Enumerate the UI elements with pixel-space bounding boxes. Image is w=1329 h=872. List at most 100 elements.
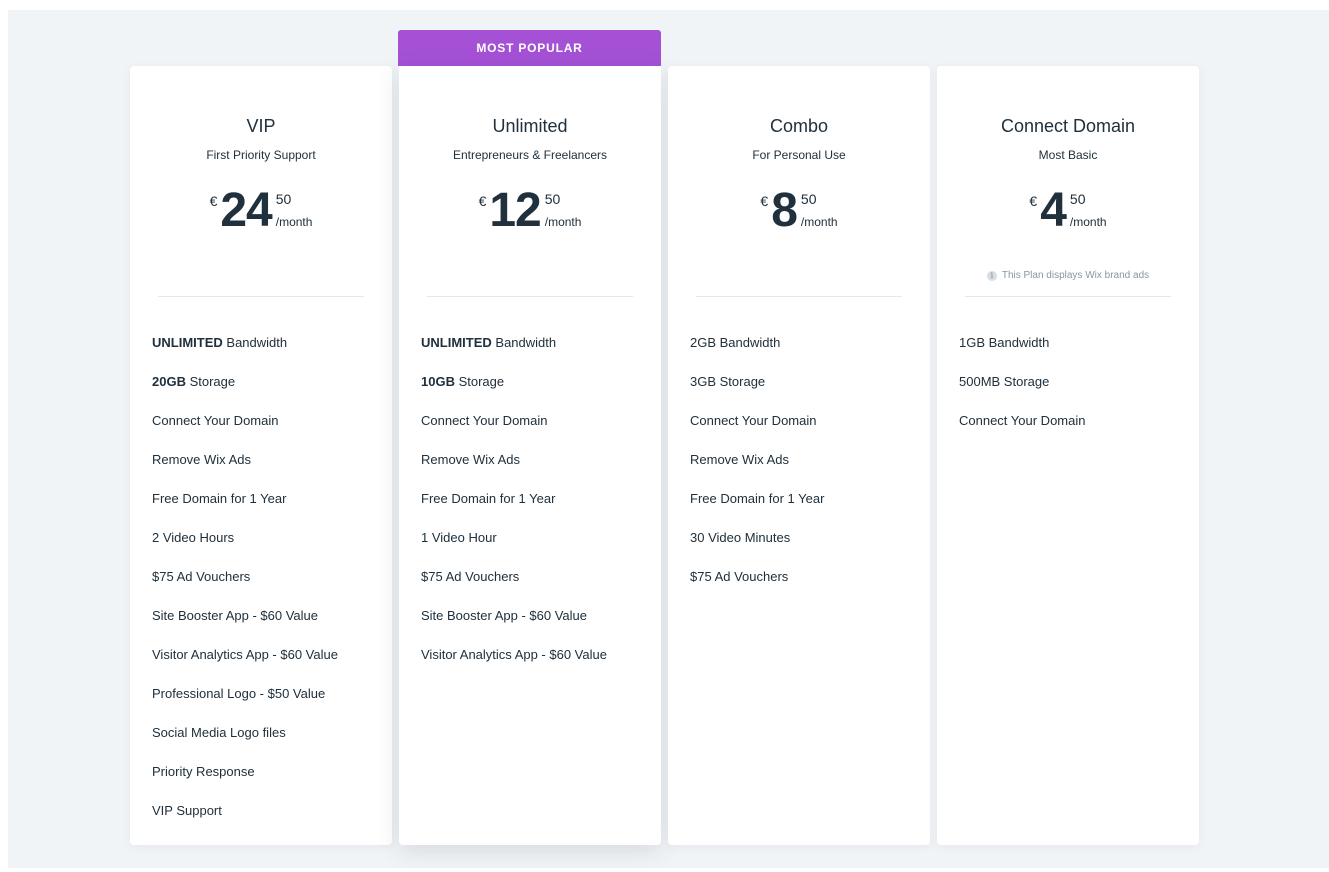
feature-text: Site Booster App - $60 Value bbox=[152, 608, 318, 623]
feature-text: Social Media Logo files bbox=[152, 725, 286, 740]
price-cents: 50 bbox=[544, 191, 561, 207]
feature-text: 2GB Bandwidth bbox=[690, 335, 781, 350]
plan-card-vip[interactable]: VIP First Priority Support € 24 50 /mont… bbox=[130, 66, 392, 845]
ads-note: i This Plan displays Wix brand ads bbox=[937, 270, 1199, 281]
feature-item: Connect Your Domain bbox=[421, 412, 651, 451]
price-currency: € bbox=[760, 193, 769, 209]
feature-item: Free Domain for 1 Year bbox=[152, 490, 382, 529]
feature-text: Connect Your Domain bbox=[152, 413, 279, 428]
price-amount: 8 bbox=[771, 184, 798, 237]
feature-item: 20GB Storage bbox=[152, 373, 382, 412]
info-icon[interactable]: i bbox=[986, 270, 997, 281]
feature-text: Professional Logo - $50 Value bbox=[152, 686, 326, 701]
plan-price: € 12 50 /month bbox=[399, 186, 661, 236]
plan-tagline: Entrepreneurs & Freelancers bbox=[452, 148, 608, 162]
feature-text: Free Domain for 1 Year bbox=[421, 491, 556, 506]
feature-item: 30 Video Minutes bbox=[690, 529, 920, 568]
plan-price: € 8 50 /month bbox=[668, 186, 930, 236]
feature-text: 1GB Bandwidth bbox=[959, 335, 1050, 350]
feature-item: Social Media Logo files bbox=[152, 724, 382, 763]
feature-text: Remove Wix Ads bbox=[421, 452, 520, 467]
price-cents: 50 bbox=[275, 191, 292, 207]
plan-name: Connect Domain bbox=[1000, 116, 1136, 136]
feature-list: 2GB Bandwidth 3GB Storage Connect Your Dom… bbox=[690, 334, 920, 607]
plan-name: Unlimited bbox=[492, 116, 568, 136]
feature-text: Visitor Analytics App - $60 Value bbox=[421, 647, 607, 662]
feature-highlight: 10GB bbox=[421, 374, 455, 389]
divider bbox=[696, 296, 902, 297]
feature-text: Priority Response bbox=[152, 764, 255, 779]
plan-tagline: For Personal Use bbox=[752, 148, 846, 162]
feature-text: Storage bbox=[454, 374, 505, 389]
feature-list: UNLIMITED Bandwidth 20GB Storage Connect Y… bbox=[152, 334, 382, 841]
feature-item: 1GB Bandwidth bbox=[959, 334, 1189, 373]
price-period: /month bbox=[275, 215, 313, 229]
feature-text: Free Domain for 1 Year bbox=[690, 491, 825, 506]
feature-item: Visitor Analytics App - $60 Value bbox=[152, 646, 382, 685]
feature-item: Remove Wix Ads bbox=[690, 451, 920, 490]
price-period: /month bbox=[544, 215, 582, 229]
feature-item: Site Booster App - $60 Value bbox=[421, 607, 651, 646]
price-currency: € bbox=[209, 193, 218, 209]
feature-text: Connect Your Domain bbox=[690, 413, 817, 428]
plan-card-unlimited[interactable]: Unlimited Entrepreneurs & Freelancers € … bbox=[399, 66, 661, 845]
feature-text: Connect Your Domain bbox=[959, 413, 1086, 428]
feature-text: Bandwidth bbox=[491, 335, 557, 350]
feature-item: $75 Ad Vouchers bbox=[690, 568, 920, 607]
feature-text: Storage bbox=[185, 374, 236, 389]
feature-item: Connect Your Domain bbox=[152, 412, 382, 451]
price-amount: 24 bbox=[220, 184, 272, 237]
divider bbox=[158, 296, 364, 297]
feature-highlight: UNLIMITED bbox=[421, 335, 492, 350]
feature-item: Professional Logo - $50 Value bbox=[152, 685, 382, 724]
divider bbox=[965, 296, 1171, 297]
feature-highlight: 20GB bbox=[152, 374, 186, 389]
feature-item: VIP Support bbox=[152, 802, 382, 841]
feature-highlight: UNLIMITED bbox=[152, 335, 223, 350]
feature-text: 1 Video Hour bbox=[421, 530, 497, 545]
price-cents: 50 bbox=[800, 191, 817, 207]
plan-price: € 24 50 /month bbox=[130, 186, 392, 236]
plan-card-combo[interactable]: Combo For Personal Use € 8 50 /month 2GB… bbox=[668, 66, 930, 845]
feature-item: Site Booster App - $60 Value bbox=[152, 607, 382, 646]
price-cents: 50 bbox=[1069, 191, 1086, 207]
price-period: /month bbox=[1069, 215, 1107, 229]
feature-text: 3GB Storage bbox=[690, 374, 766, 389]
feature-text: Remove Wix Ads bbox=[690, 452, 789, 467]
plan-tagline: First Priority Support bbox=[206, 148, 316, 162]
feature-text: $75 Ad Vouchers bbox=[421, 569, 520, 584]
feature-item: 3GB Storage bbox=[690, 373, 920, 412]
feature-item: 10GB Storage bbox=[421, 373, 651, 412]
feature-item: Connect Your Domain bbox=[959, 412, 1189, 451]
feature-item: 1 Video Hour bbox=[421, 529, 651, 568]
price-period: /month bbox=[800, 215, 838, 229]
feature-item: 2GB Bandwidth bbox=[690, 334, 920, 373]
feature-text: 2 Video Hours bbox=[152, 530, 235, 545]
plan-card-connect-domain[interactable]: Connect Domain Most Basic € 4 50 /month … bbox=[937, 66, 1199, 845]
plan-name: Combo bbox=[769, 116, 829, 136]
feature-item: Remove Wix Ads bbox=[152, 451, 382, 490]
feature-item: $75 Ad Vouchers bbox=[152, 568, 382, 607]
feature-item: 500MB Storage bbox=[959, 373, 1189, 412]
feature-item: 2 Video Hours bbox=[152, 529, 382, 568]
feature-text: Bandwidth bbox=[222, 335, 288, 350]
feature-item: Remove Wix Ads bbox=[421, 451, 651, 490]
price-amount: 4 bbox=[1040, 184, 1067, 237]
ads-note-text: This Plan displays Wix brand ads bbox=[1001, 270, 1150, 281]
feature-item: Visitor Analytics App - $60 Value bbox=[421, 646, 651, 685]
feature-item: Priority Response bbox=[152, 763, 382, 802]
feature-list: 1GB Bandwidth 500MB Storage Connect Your D… bbox=[959, 334, 1189, 451]
plan-tagline: Most Basic bbox=[1038, 148, 1098, 162]
feature-text: Connect Your Domain bbox=[421, 413, 548, 428]
feature-item: Connect Your Domain bbox=[690, 412, 920, 451]
feature-text: Site Booster App - $60 Value bbox=[421, 608, 587, 623]
most-popular-badge: MOST POPULAR bbox=[398, 30, 661, 66]
price-currency: € bbox=[478, 193, 487, 209]
feature-text: 30 Video Minutes bbox=[690, 530, 791, 545]
divider bbox=[427, 296, 633, 297]
feature-text: Visitor Analytics App - $60 Value bbox=[152, 647, 338, 662]
feature-list: UNLIMITED Bandwidth 10GB Storage Connect Y… bbox=[421, 334, 651, 685]
feature-text: $75 Ad Vouchers bbox=[152, 569, 251, 584]
feature-text: Free Domain for 1 Year bbox=[152, 491, 287, 506]
feature-item: UNLIMITED Bandwidth bbox=[152, 334, 382, 373]
